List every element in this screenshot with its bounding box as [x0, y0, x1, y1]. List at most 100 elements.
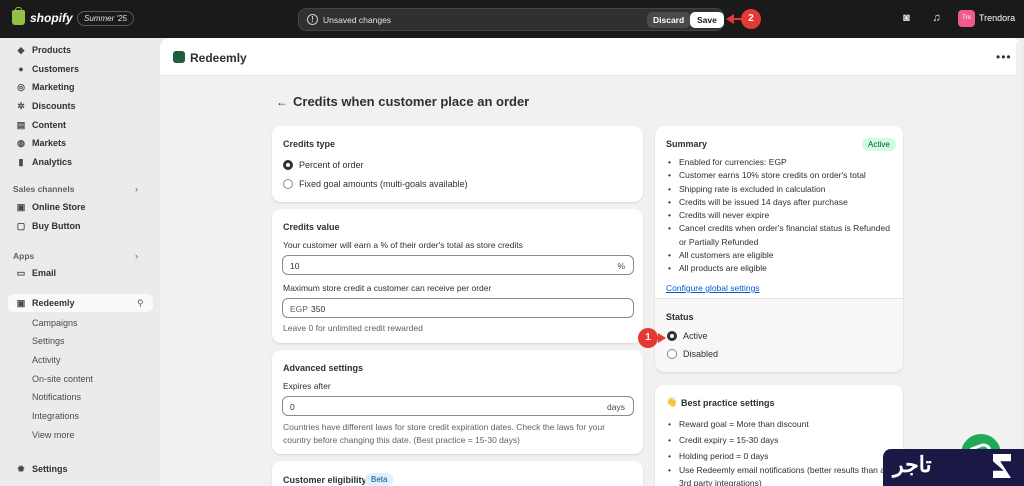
- radio-button[interactable]: [667, 331, 677, 341]
- chart-icon: ▮: [18, 157, 24, 167]
- summary-item: Shipping rate is excluded in calculation: [666, 183, 896, 197]
- radio-status-disabled[interactable]: Disabled: [667, 349, 718, 359]
- sidebar-item-analytics[interactable]: ▮ Analytics: [16, 154, 73, 170]
- radio-label: Percent of order: [299, 160, 364, 170]
- annotation-arrow-1: [658, 333, 666, 343]
- apps-heading[interactable]: Apps: [13, 251, 34, 261]
- button-icon: ▢: [16, 221, 26, 231]
- expires-value: 0: [290, 402, 295, 412]
- customer-eligibility-title: Customer eligibility: [283, 475, 367, 485]
- summary-item: Credits will be issued 14 days after pur…: [666, 196, 896, 210]
- radio-label: Active: [683, 331, 708, 341]
- advanced-settings-title: Advanced settings: [283, 363, 364, 373]
- radio-button[interactable]: [667, 349, 677, 359]
- summary-item: Cancel credits when order's financial st…: [666, 222, 896, 249]
- annotation-badge-2: 2: [741, 9, 761, 29]
- sidebar-item-label: Discounts: [32, 101, 76, 111]
- discard-button[interactable]: Discard: [647, 12, 691, 28]
- sidebar-item-marketing[interactable]: ◎ Marketing: [16, 79, 74, 95]
- annotation-badge-1: 1: [638, 328, 658, 348]
- radio-status-active[interactable]: Active: [667, 331, 708, 341]
- more-actions-icon[interactable]: •••: [996, 50, 1012, 64]
- sidebar-item-discounts[interactable]: ✲ Discounts: [16, 98, 76, 114]
- redeemly-logo-icon: [173, 51, 185, 63]
- sidebar-item-markets[interactable]: ◍ Markets: [16, 135, 66, 151]
- sidebar-item-email[interactable]: ▭ Email: [16, 265, 56, 281]
- discount-icon: ✲: [17, 101, 25, 111]
- bell-icon[interactable]: ♫: [930, 12, 943, 25]
- sidebar-item-label: Online Store: [32, 202, 86, 212]
- currency-prefix: EGP: [290, 304, 308, 314]
- radio-label: Fixed goal amounts (multi-goals availabl…: [299, 179, 468, 189]
- percent-suffix: %: [617, 261, 625, 271]
- max-credit-value: 350: [311, 304, 326, 314]
- days-suffix: days: [607, 402, 625, 412]
- configure-global-settings-link[interactable]: Configure global settings: [666, 283, 760, 293]
- sales-channels-heading[interactable]: Sales channels: [13, 184, 74, 194]
- edition-badge[interactable]: Summer '25: [77, 11, 134, 26]
- sidebar-item-content[interactable]: ▤ Content: [16, 117, 66, 133]
- shopify-logo[interactable]: shopify: [12, 7, 73, 25]
- credits-type-title: Credits type: [283, 139, 336, 149]
- radio-button[interactable]: [283, 160, 293, 170]
- max-credit-input[interactable]: EGP 350: [282, 298, 634, 318]
- sidebar-item-label: Markets: [32, 138, 67, 148]
- expiry-help-line-1: Countries have different laws for store …: [283, 422, 606, 432]
- sidebar-subitem-integrations[interactable]: Integrations: [32, 411, 79, 421]
- sidebar-item-label: Customers: [32, 64, 80, 74]
- sidekick-icon[interactable]: ◙: [900, 12, 913, 25]
- store-name[interactable]: Trendora: [979, 13, 1015, 23]
- save-button[interactable]: Save: [690, 12, 724, 28]
- sidebar-subitem-campaigns[interactable]: Campaigns: [32, 318, 78, 328]
- summary-item: All customers are eligible: [666, 249, 896, 263]
- tag-icon: ◆: [17, 45, 25, 55]
- app-name: Redeemly: [190, 51, 247, 65]
- radio-button[interactable]: [283, 179, 293, 189]
- store-avatar[interactable]: Tre: [958, 10, 975, 27]
- sidebar-item-label: Redeemly: [32, 298, 75, 308]
- summary-item: All products are eligible: [666, 262, 896, 276]
- person-icon: ●: [18, 64, 24, 74]
- sidebar-item-customers[interactable]: ● Customers: [16, 61, 79, 77]
- unsaved-changes-message: Unsaved changes: [323, 15, 392, 25]
- best-practice-item: Credit expiry = 15-30 days: [666, 432, 896, 448]
- watermark-text: تاجر: [893, 452, 932, 477]
- warning-icon: !: [307, 14, 318, 25]
- expires-label: Expires after: [283, 381, 331, 391]
- sidebar-item-redeemly[interactable]: ▣ Redeemly: [16, 295, 75, 311]
- max-credit-label: Maximum store credit a customer can rece…: [283, 283, 492, 293]
- best-practice-item: Reward goal = More than discount: [666, 416, 896, 432]
- summary-item: Enabled for currencies: EGP: [666, 156, 896, 170]
- top-bar: shopify Summer '25 ! Unsaved changes Dis…: [0, 0, 1024, 38]
- pin-icon[interactable]: ⚲: [137, 298, 144, 309]
- best-practice-item: Holding period = 0 days: [666, 448, 896, 464]
- summary-list: Enabled for currencies: EGP Customer ear…: [666, 156, 896, 276]
- percent-input[interactable]: 10 %: [282, 255, 634, 275]
- credits-value-title: Credits value: [283, 222, 340, 232]
- status-title: Status: [666, 312, 694, 322]
- redeemly-app-icon: ▣: [16, 298, 26, 308]
- expires-input[interactable]: 0 days: [282, 396, 634, 416]
- sidebar-item-label: Analytics: [32, 157, 73, 167]
- chevron-right-icon[interactable]: ›: [135, 251, 138, 261]
- content-icon: ▤: [16, 120, 26, 130]
- sidebar-item-products[interactable]: ◆ Products: [16, 42, 71, 58]
- shopify-bag-icon: [12, 7, 25, 25]
- scrollbar[interactable]: [1016, 42, 1022, 486]
- radio-percent-of-order[interactable]: Percent of order: [283, 160, 364, 170]
- sidebar-subitem-notifications[interactable]: Notifications: [32, 392, 81, 402]
- sidebar-subitem-on-site-content[interactable]: On-site content: [32, 374, 93, 384]
- sidebar-item-online-store[interactable]: ▣ Online Store: [16, 199, 86, 215]
- sidebar-item-buy-button[interactable]: ▢ Buy Button: [16, 218, 81, 234]
- sidebar-subitem-settings[interactable]: Settings: [32, 336, 65, 346]
- chevron-right-icon[interactable]: ›: [135, 184, 138, 194]
- email-icon: ▭: [16, 268, 26, 278]
- back-arrow-icon[interactable]: ←: [276, 95, 288, 109]
- percent-input-value: 10: [290, 261, 300, 271]
- store-icon: ▣: [16, 202, 26, 212]
- radio-fixed-goal-amounts[interactable]: Fixed goal amounts (multi-goals availabl…: [283, 179, 468, 189]
- best-practice-list: Reward goal = More than discount Credit …: [666, 416, 896, 486]
- sidebar-item-settings[interactable]: ✹ Settings: [16, 461, 67, 477]
- sidebar-subitem-view-more[interactable]: View more: [32, 430, 74, 440]
- sidebar-subitem-activity[interactable]: Activity: [32, 355, 61, 365]
